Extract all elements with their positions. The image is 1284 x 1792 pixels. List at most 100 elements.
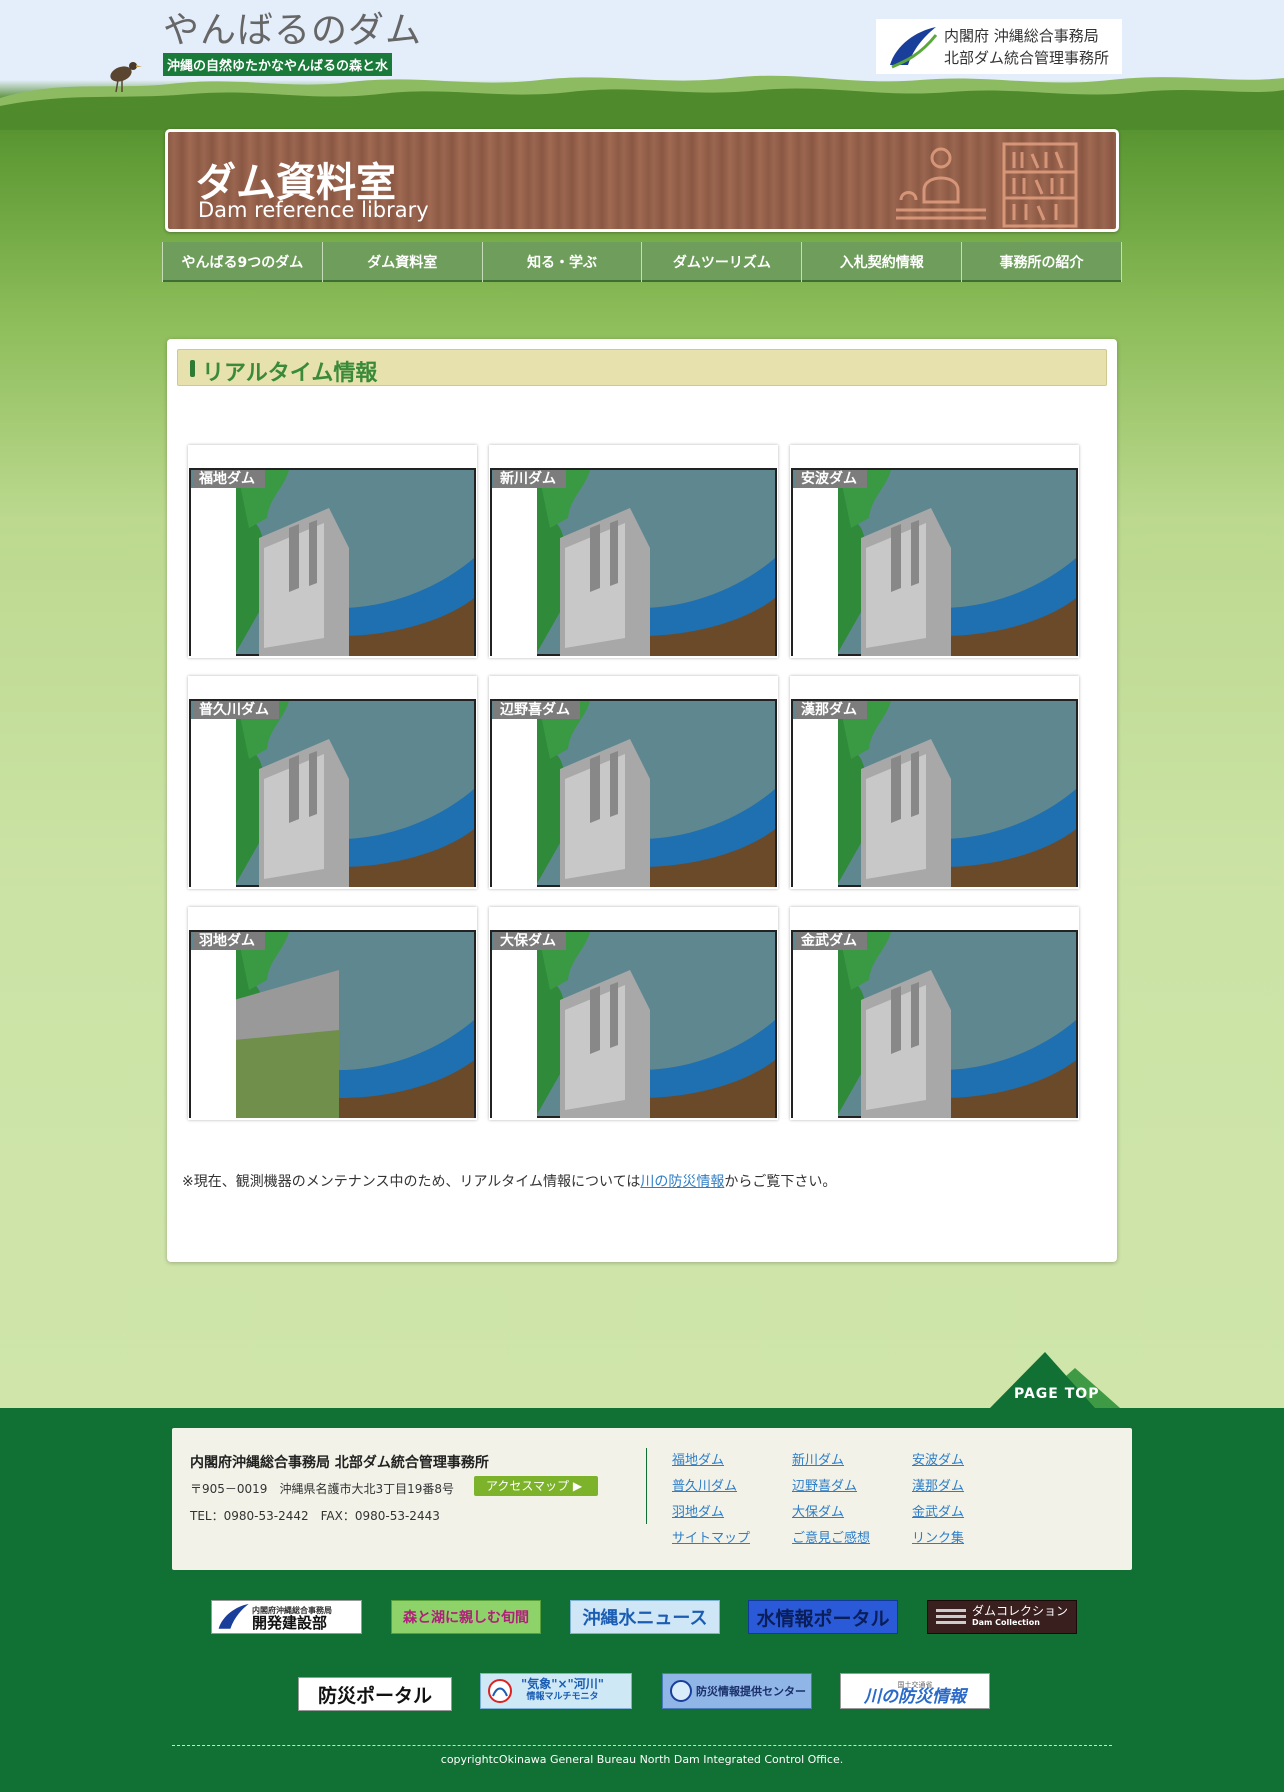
dam-illustration: [490, 468, 777, 656]
dam-illustration: [791, 468, 1078, 656]
nav-item-nine-dams[interactable]: やんばる9つのダム: [162, 242, 323, 282]
banner-disaster-info-center[interactable]: 防災情報提供センター: [662, 1673, 812, 1709]
heading-bar: [190, 360, 195, 377]
dam-illustration: [189, 930, 476, 1118]
globe-icon: [670, 1680, 692, 1702]
banner-forest-lake-week[interactable]: 森と湖に親しむ旬間: [391, 1600, 541, 1634]
footer-address: 〒905－0019 沖縄県名護市大北3丁目19番8号: [190, 1482, 454, 1496]
note-text-after: からご覧下さい。: [724, 1174, 837, 1190]
footer-divider: [646, 1448, 647, 1524]
dam-tile-haneji[interactable]: 羽地ダム: [188, 907, 477, 1120]
dam-illustration: [189, 468, 476, 656]
banner-river-disaster-info[interactable]: 国土交通省 川の防災情報: [840, 1673, 990, 1709]
maintenance-note: ※現在、観測機器のメンテナンス中のため、リアルタイム情報については川の防災情報か…: [182, 1171, 836, 1191]
banner-dev-line2: 開発建設部: [252, 1614, 328, 1632]
banner-disaster-portal[interactable]: 防災ポータル: [298, 1677, 452, 1711]
main-content-card: リアルタイム情報 福地ダム 新川ダム 安波ダム普久川ダム 辺野喜ダム 漢那ダム羽地ダム 大…: [167, 339, 1117, 1262]
dam-tile-arakawa[interactable]: 新川ダム: [489, 445, 778, 658]
nav-item-learn[interactable]: 知る・学ぶ: [482, 242, 643, 282]
footer-link-aha[interactable]: 安波ダム: [912, 1452, 1032, 1469]
agency-logo[interactable]: 内閣府 沖縄総合事務局 北部ダム統合管理事務所: [876, 19, 1122, 74]
leaf-logo-icon: [890, 26, 938, 68]
footer-org-name: 内閣府沖縄総合事務局 北部ダム統合管理事務所: [190, 1455, 489, 1471]
dam-name-label: 福地ダム: [193, 470, 265, 488]
agency-line2: 北部ダム統合管理事務所: [944, 48, 1110, 67]
footer-link-fungawa[interactable]: 普久川ダム: [672, 1478, 792, 1495]
site-tagline: 沖縄の自然ゆたかなやんばるの森と水: [163, 53, 393, 76]
page-banner: ダム資料室 Dam reference library: [165, 129, 1119, 232]
dam-illustration: [791, 930, 1078, 1118]
footer-link-benoki[interactable]: 辺野喜ダム: [792, 1478, 912, 1495]
page-top-button[interactable]: PAGE TOP: [990, 1350, 1120, 1408]
access-map-button[interactable]: アクセスマップ ▶: [474, 1476, 599, 1496]
nav-item-dam-tourism[interactable]: ダムツーリズム: [642, 242, 803, 282]
banner-disaster-portal-label: 防災ポータル: [317, 1684, 432, 1707]
note-text-before: ※現在、観測機器のメンテナンス中のため、リアルタイム情報については: [182, 1174, 641, 1190]
dam-name-label: 大保ダム: [494, 932, 566, 950]
triangle-right-icon: ▶: [572, 1479, 583, 1493]
section-title: リアルタイム情報: [202, 361, 378, 386]
footer-link-feedback[interactable]: ご意見ご感想: [792, 1530, 912, 1547]
footer: 内閣府沖縄総合事務局 北部ダム統合管理事務所 〒905－0019 沖縄県名護市大…: [0, 1408, 1284, 1792]
dam-name-label: 新川ダム: [494, 470, 566, 488]
leaf-logo-icon: [218, 1603, 249, 1629]
banner-weather-river-monitor[interactable]: "気象"×"河川" 情報マルチモニタ: [480, 1673, 632, 1709]
footer-link-arakawa[interactable]: 新川ダム: [792, 1452, 912, 1469]
dam-illustration: [189, 699, 476, 887]
dam-illustration: [490, 930, 777, 1118]
librarian-bookshelf-icon: [896, 142, 1078, 228]
nav-item-reference-library[interactable]: ダム資料室: [322, 242, 483, 282]
dam-name-label: 羽地ダム: [193, 932, 265, 950]
banner-dam-collection[interactable]: ダムコレクション Dam Collection: [927, 1600, 1077, 1634]
dam-tile-aha[interactable]: 安波ダム: [790, 445, 1079, 658]
banner-forest-lake-label: 森と湖に親しむ旬間: [403, 1610, 529, 1626]
nav-item-office[interactable]: 事務所の紹介: [962, 242, 1122, 282]
footer-link-links[interactable]: リンク集: [912, 1530, 1032, 1547]
site-logo[interactable]: やんばるのダム 沖縄の自然ゆたかなやんばるの森と水: [163, 10, 422, 76]
banner-water-portal-label: 水情報ポータル: [756, 1607, 890, 1630]
section-heading: リアルタイム情報: [177, 349, 1107, 386]
dam-illustration: [490, 699, 777, 887]
banner-damcol-line2: Dam Collection: [972, 1618, 1040, 1627]
footer-link-fukuji[interactable]: 福地ダム: [672, 1452, 792, 1469]
stripes-icon: [936, 1609, 966, 1624]
banner-water-news-label: 沖縄水ニュース: [582, 1608, 708, 1629]
footer-link-taiho[interactable]: 大保ダム: [792, 1504, 912, 1521]
banner-water-info-portal[interactable]: 水情報ポータル: [748, 1600, 898, 1634]
river-disaster-info-link[interactable]: 川の防災情報: [640, 1174, 724, 1190]
banner-development-bureau[interactable]: 内閣府沖縄総合事務局 開発建設部: [211, 1600, 362, 1634]
banner-monitor-line2: 情報マルチモニタ: [526, 1692, 599, 1702]
site-title: やんばるのダム: [163, 10, 423, 51]
monitor-logo-icon: [488, 1679, 512, 1703]
bird-icon: [110, 62, 142, 93]
page-top-label: PAGE TOP: [1014, 1386, 1100, 1402]
banner-monitor-line1: "気象"×"河川": [521, 1677, 605, 1691]
footer-links: 福地ダム 新川ダム 安波ダム 普久川ダム 辺野喜ダム 漢那ダム 羽地ダム 大保ダ…: [672, 1452, 1032, 1547]
dam-name-label: 漢那ダム: [795, 701, 867, 719]
footer-link-kanna[interactable]: 漢那ダム: [912, 1478, 1032, 1495]
dam-name-label: 辺野喜ダム: [494, 701, 580, 719]
banner-title-en: Dam reference library: [198, 198, 429, 222]
dam-name-label: 金武ダム: [795, 932, 867, 950]
footer-link-haneji[interactable]: 羽地ダム: [672, 1504, 792, 1521]
footer-link-kin[interactable]: 金武ダム: [912, 1504, 1032, 1521]
global-nav: やんばる9つのダム ダム資料室 知る・学ぶ ダムツーリズム 入札契約情報 事務所…: [162, 242, 1122, 282]
banner-okinawa-water-news[interactable]: 沖縄水ニュース: [570, 1600, 720, 1634]
access-map-label: アクセスマップ: [486, 1479, 570, 1493]
dam-tile-kin[interactable]: 金武ダム: [790, 907, 1079, 1120]
footer-tel-fax: TEL：0980-53-2442 FAX：0980-53-2443: [190, 1509, 440, 1523]
dam-tile-taiho[interactable]: 大保ダム: [489, 907, 778, 1120]
copyright: copyrightcOkinawa General Bureau North D…: [440, 1753, 844, 1766]
nav-item-bidding[interactable]: 入札契約情報: [802, 242, 963, 282]
dam-tile-kanna[interactable]: 漢那ダム: [790, 676, 1079, 889]
footer-dashed-line: [172, 1745, 1112, 1746]
footer-link-sitemap[interactable]: サイトマップ: [672, 1530, 792, 1547]
banner-damcol-line1: ダムコレクション: [972, 1604, 1069, 1618]
banner-river-line2: 川の防災情報: [864, 1687, 966, 1707]
dam-tile-fungawa[interactable]: 普久川ダム: [188, 676, 477, 889]
banner-info-center-label: 防災情報提供センター: [696, 1685, 806, 1698]
dam-tile-fukuji[interactable]: 福地ダム: [188, 445, 477, 658]
agency-line1: 内閣府 沖縄総合事務局: [944, 26, 1099, 45]
dam-tile-benoki[interactable]: 辺野喜ダム: [489, 676, 778, 889]
dam-illustration: [791, 699, 1078, 887]
